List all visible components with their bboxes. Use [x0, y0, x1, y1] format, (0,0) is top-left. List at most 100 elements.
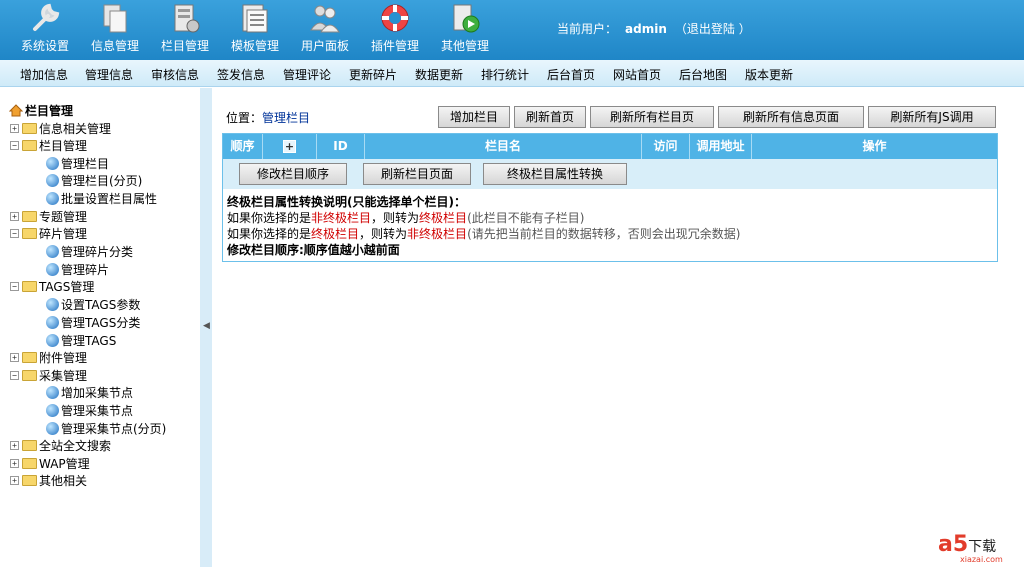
submenu-admin-map[interactable]: 后台地图: [679, 66, 727, 83]
tree-item-manage-collect-nodes-paged[interactable]: 管理采集节点(分页): [46, 420, 166, 437]
collapse-icon[interactable]: −: [10, 141, 19, 150]
table-action-row: 修改栏目顺序 刷新栏目页面 终极栏目属性转换: [223, 159, 997, 189]
current-user-prefix: 当前用户：: [557, 22, 618, 36]
submenu-update-fragments[interactable]: 更新碎片: [349, 66, 397, 83]
topnav-plugin-management[interactable]: 插件管理: [360, 0, 430, 60]
tree-folder-tags[interactable]: − TAGS管理: [10, 278, 94, 295]
expand-icon[interactable]: +: [10, 441, 19, 450]
tree-label: 栏目管理: [39, 139, 88, 153]
collapse-icon[interactable]: −: [10, 282, 19, 291]
submenu-site-home[interactable]: 网站首页: [613, 66, 661, 83]
expand-icon[interactable]: +: [10, 476, 19, 485]
tree-folder-column-management[interactable]: − 栏目管理: [10, 137, 87, 154]
tree-item-manage-columns-paged[interactable]: 管理栏目(分页): [46, 172, 142, 189]
tree-item-tags-settings[interactable]: 设置TAGS参数: [46, 296, 140, 313]
ie-page-icon: [46, 386, 59, 399]
tree-label: 其他相关: [39, 474, 88, 488]
col-header-actions: 操作: [862, 139, 887, 153]
submenu-review-info[interactable]: 审核信息: [151, 66, 199, 83]
topnav-system-settings[interactable]: 系统设置: [10, 0, 80, 60]
topnav-label: 模板管理: [230, 39, 279, 53]
tree-label: 专题管理: [39, 210, 88, 224]
refresh-all-info-pages-button[interactable]: 刷新所有信息页面: [718, 106, 864, 128]
notes-hint: (此栏目不能有子栏目): [467, 211, 585, 225]
topnav-column-management[interactable]: 栏目管理: [150, 0, 220, 60]
tree-item-add-collect-node[interactable]: 增加采集节点: [46, 384, 133, 401]
notes-hint: (请先把当前栏目的数据转移，否则会出现冗余数据): [467, 227, 741, 241]
folder-open-icon: [22, 140, 37, 151]
submenu-admin-home[interactable]: 后台首页: [547, 66, 595, 83]
collapse-icon[interactable]: −: [10, 229, 19, 238]
folder-open-icon: [22, 370, 37, 381]
col-header-expand: +: [263, 134, 317, 159]
home-icon: [9, 104, 23, 117]
submenu-version-update[interactable]: 版本更新: [745, 66, 793, 83]
tree-label: 碎片管理: [39, 227, 88, 241]
expand-all-icon[interactable]: +: [283, 140, 296, 153]
expand-icon[interactable]: +: [10, 212, 19, 221]
tree-item-manage-collect-nodes[interactable]: 管理采集节点: [46, 402, 133, 419]
modify-order-button[interactable]: 修改栏目顺序: [239, 163, 347, 185]
submenu-add-info[interactable]: 增加信息: [20, 66, 68, 83]
submenu-ranking-stats[interactable]: 排行统计: [481, 66, 529, 83]
tree-label: 管理碎片: [61, 263, 110, 277]
convert-terminal-column-button[interactable]: 终极栏目属性转换: [483, 163, 627, 185]
refresh-all-columns-button[interactable]: 刷新所有栏目页: [590, 106, 714, 128]
topnav-template-management[interactable]: 模板管理: [220, 0, 290, 60]
submenu-manage-info[interactable]: 管理信息: [85, 66, 133, 83]
tree-root[interactable]: 栏目管理: [9, 102, 73, 119]
tree-item-tags-categories[interactable]: 管理TAGS分类: [46, 314, 140, 331]
tree-folder-fragments[interactable]: − 碎片管理: [10, 225, 87, 242]
tree-item-manage-columns[interactable]: 管理栏目: [46, 155, 109, 172]
notes-title: 终极栏目属性转换说明(只能选择单个栏目)：: [227, 195, 466, 209]
breadcrumb-link[interactable]: 管理栏目: [262, 111, 310, 125]
tree-item-batch-column-attrs[interactable]: 批量设置栏目属性: [46, 190, 157, 207]
notes-text: ，则转为: [371, 211, 420, 225]
col-header-name: 栏目名: [365, 134, 642, 159]
submenu-sign-info[interactable]: 签发信息: [217, 66, 265, 83]
notes-line-1: 如果你选择的是非终极栏目，则转为终极栏目(此栏目不能有子栏目): [227, 210, 993, 226]
folder-icon: [22, 352, 37, 363]
tree-item-fragment-categories[interactable]: 管理碎片分类: [46, 243, 133, 260]
tree-folder-attachments[interactable]: + 附件管理: [10, 349, 87, 366]
topnav-info-management[interactable]: 信息管理: [80, 0, 150, 60]
tree-item-manage-tags[interactable]: 管理TAGS: [46, 332, 116, 349]
breadcrumb: 位置：管理栏目: [226, 109, 310, 126]
tree-folder-special-topics[interactable]: + 专题管理: [10, 208, 87, 225]
submenu-data-update[interactable]: 数据更新: [415, 66, 463, 83]
folder-icon: [22, 458, 37, 469]
refresh-column-page-button[interactable]: 刷新栏目页面: [363, 163, 471, 185]
tree-label: 采集管理: [39, 369, 88, 383]
ie-page-icon: [46, 316, 59, 329]
notes-text: ，则转为: [359, 227, 408, 241]
expand-icon[interactable]: +: [10, 353, 19, 362]
col-header-call-url: 调用地址: [690, 134, 752, 159]
refresh-all-js-button[interactable]: 刷新所有JS调用: [868, 106, 996, 128]
tree-folder-collection[interactable]: − 采集管理: [10, 367, 87, 384]
topnav-user-panel[interactable]: 用户面板: [290, 0, 360, 60]
topnav-other-management[interactable]: 其他管理: [430, 0, 500, 60]
table-header: 顺序 + ID 栏目名 访问 调用地址 操作: [223, 134, 997, 159]
tree-item-manage-fragments[interactable]: 管理碎片: [46, 261, 109, 278]
collapse-sidebar-icon[interactable]: ◀: [203, 321, 210, 331]
tree-folder-other[interactable]: + 其他相关: [10, 472, 87, 489]
watermark-brand: a5: [938, 532, 969, 557]
expand-icon[interactable]: +: [10, 124, 19, 133]
tree-label: 设置TAGS参数: [61, 298, 141, 312]
topnav-label: 系统设置: [20, 39, 69, 53]
refresh-home-button[interactable]: 刷新首页: [514, 106, 586, 128]
expand-icon[interactable]: +: [10, 459, 19, 468]
column-icon: [174, 4, 200, 33]
topnav-label: 其他管理: [440, 39, 489, 53]
collapse-icon[interactable]: −: [10, 371, 19, 380]
tree-folder-wap[interactable]: + WAP管理: [10, 455, 90, 472]
add-column-button[interactable]: 增加栏目: [438, 106, 510, 128]
ie-page-icon: [46, 157, 59, 170]
submenu-manage-comments[interactable]: 管理评论: [283, 66, 331, 83]
logout-link[interactable]: （退出登陆 ）: [675, 22, 751, 36]
tree-folder-fulltext-search[interactable]: + 全站全文搜索: [10, 437, 111, 454]
tree-label: 附件管理: [39, 351, 88, 365]
tree-label: 管理碎片分类: [61, 245, 134, 259]
ie-page-icon: [46, 263, 59, 276]
tree-folder-info-related[interactable]: + 信息相关管理: [10, 120, 111, 137]
